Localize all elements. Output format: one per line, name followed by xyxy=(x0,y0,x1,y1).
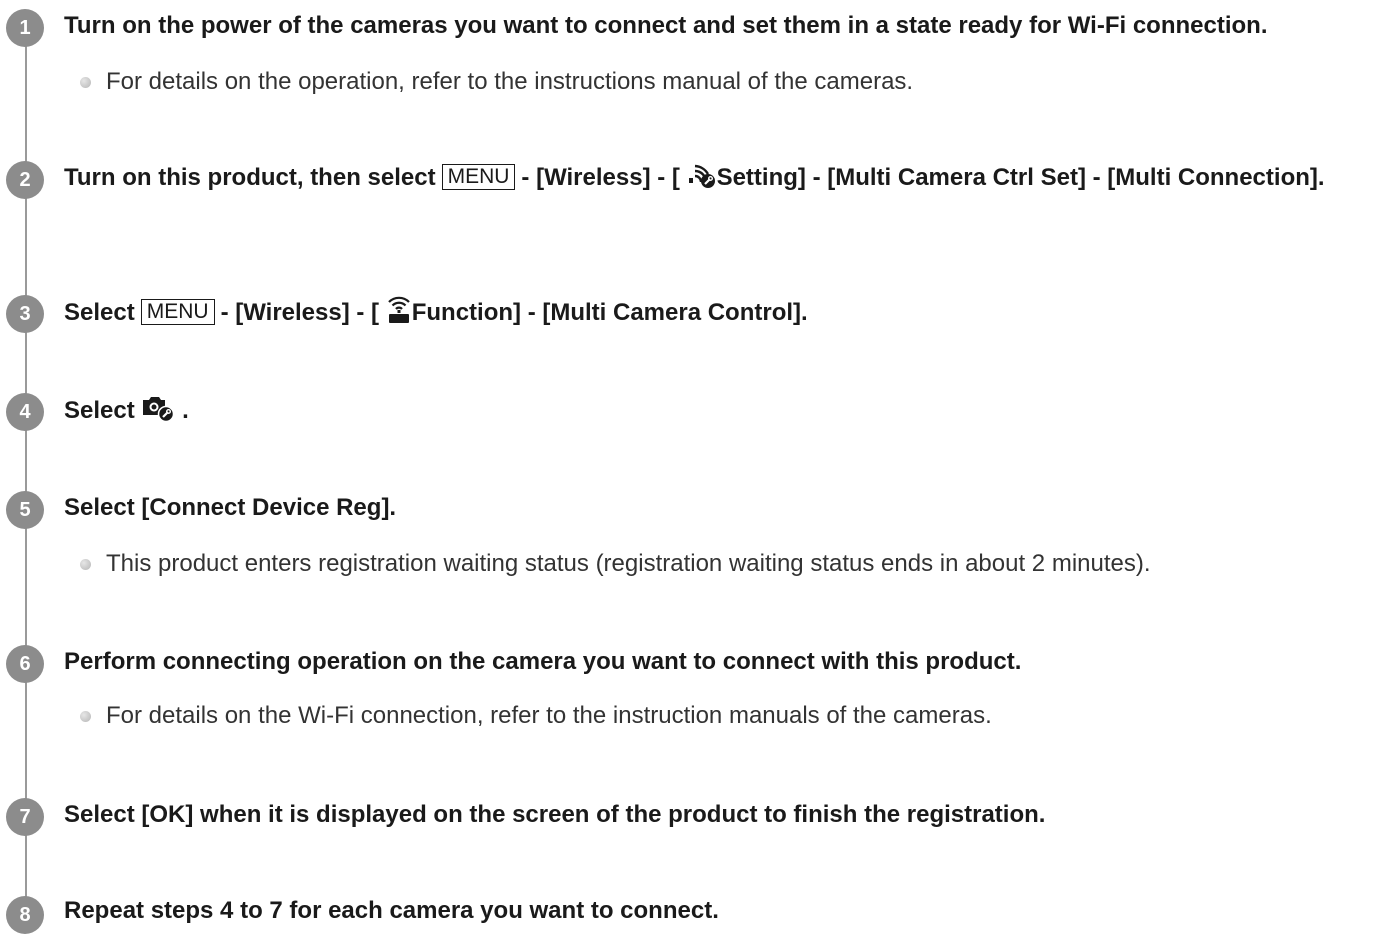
step-note: This product enters registration waiting… xyxy=(80,548,1370,580)
step-text-mid: - [Wireless] - [ xyxy=(220,299,380,326)
step-note-text: For details on the Wi-Fi connection, ref… xyxy=(106,702,992,729)
wifi-settings-icon xyxy=(687,161,717,200)
step-text-suffix: . xyxy=(182,397,189,424)
step-number-badge: 6 xyxy=(6,645,44,683)
step-number-badge: 8 xyxy=(6,896,44,934)
step-number-badge: 4 xyxy=(6,393,44,431)
step-text-prefix: Select xyxy=(64,299,135,326)
step-instruction: Turn on the power of the cameras you wan… xyxy=(64,12,1268,39)
step-instruction: Turn on this product, then select MENU - [… xyxy=(64,160,1369,200)
step-number-badge: 7 xyxy=(6,798,44,836)
bullet-icon xyxy=(80,77,91,88)
step-text-suffix: Setting] - [Multi Camera Ctrl Set] - [Mu… xyxy=(716,164,1325,191)
step-text-prefix: Select xyxy=(64,397,135,424)
menu-key-label: MENU xyxy=(441,164,516,190)
step-instruction: Repeat steps 4 to 7 for each camera you … xyxy=(64,897,719,924)
bullet-icon xyxy=(80,711,91,722)
menu-key-label: MENU xyxy=(140,299,215,325)
step-instruction: Select . xyxy=(64,392,1369,433)
bullet-icon xyxy=(80,559,91,570)
step-instruction: Select [OK] when it is displayed on the … xyxy=(64,801,1046,828)
step-instruction: Select MENU - [Wireless] - [ Function] - [… xyxy=(64,294,1369,335)
step-number-badge: 5 xyxy=(6,491,44,529)
step-note-text: For details on the operation, refer to t… xyxy=(106,68,914,95)
step-instruction: Perform connecting operation on the came… xyxy=(64,648,1022,675)
wifi-function-icon xyxy=(386,294,412,335)
step-number-badge: 3 xyxy=(6,295,44,333)
step-note: For details on the Wi-Fi connection, ref… xyxy=(80,700,1370,732)
step-number-badge: 2 xyxy=(6,161,44,199)
step-text-suffix: Function] - [Multi Camera Control]. xyxy=(411,299,808,326)
camera-settings-icon xyxy=(141,392,175,433)
step-number-badge: 1 xyxy=(6,9,44,47)
step-note-text: This product enters registration waiting… xyxy=(106,550,1151,577)
step-text-prefix: Turn on this product, then select xyxy=(64,164,436,191)
step-note: For details on the operation, refer to t… xyxy=(80,66,1370,98)
step-text-mid: - [Wireless] - [ xyxy=(521,164,680,191)
step-instruction: Select [Connect Device Reg]. xyxy=(64,494,397,521)
